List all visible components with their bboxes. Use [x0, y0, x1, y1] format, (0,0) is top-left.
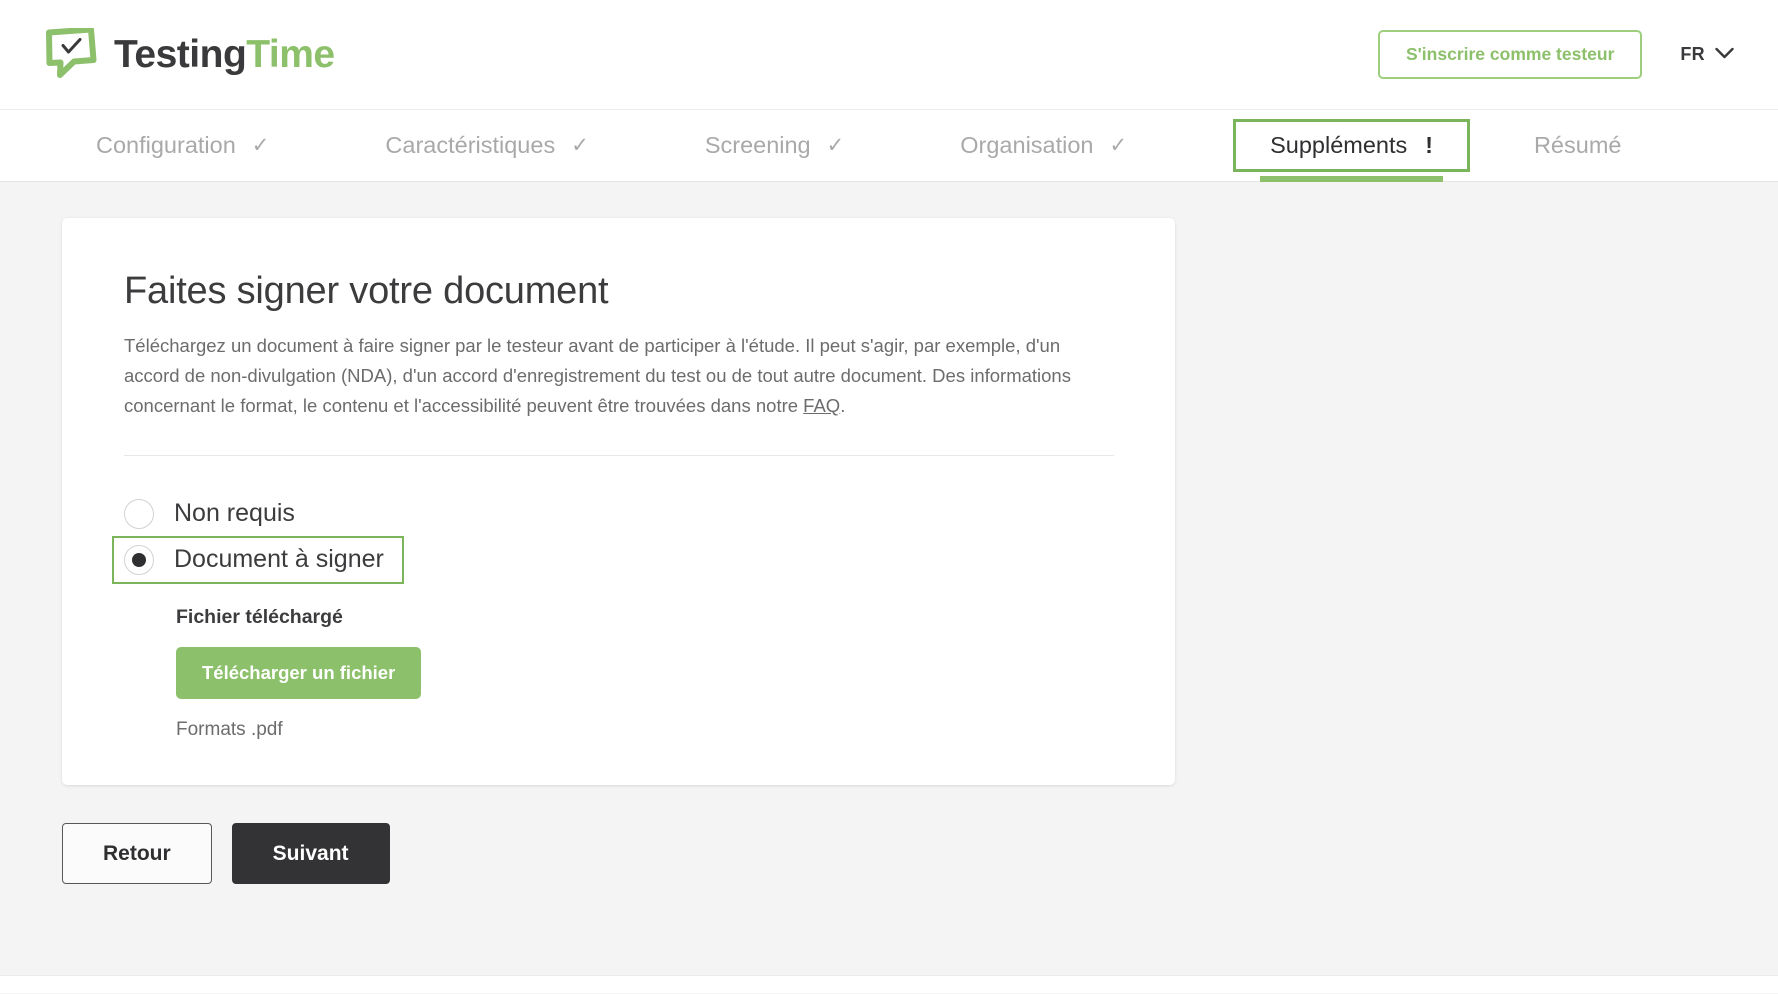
brand-logo-link[interactable]: TestingTime: [46, 27, 335, 82]
tab-resume[interactable]: Résumé: [1534, 122, 1622, 169]
description-text: Téléchargez un document à faire signer p…: [124, 335, 1071, 416]
brand-name-first: Testing: [114, 33, 247, 76]
check-icon: ✓: [1109, 134, 1128, 157]
tab-label: Caractéristiques: [385, 132, 556, 158]
tab-label: Screening: [704, 132, 811, 158]
tab-organisation[interactable]: Organisation ✓: [960, 122, 1127, 169]
file-upload-block: Fichier téléchargé Télécharger un fichie…: [176, 606, 1113, 742]
tab-supplements[interactable]: Suppléments !: [1233, 119, 1470, 185]
check-icon: ✓: [571, 134, 589, 157]
header-actions: S'inscrire comme testeur FR: [1377, 29, 1738, 80]
page-bottom-strip: [0, 975, 1778, 993]
tab-caracteristiques[interactable]: Caractéristiques ✓: [385, 122, 588, 169]
uploaded-file-label: Fichier téléchargé: [176, 605, 343, 628]
page-body: Faites signer votre document Téléchargez…: [0, 182, 1778, 993]
signature-options-group: Non requis Document à signer: [112, 492, 1113, 584]
tester-signup-button[interactable]: S'inscrire comme testeur: [1377, 29, 1643, 80]
next-button[interactable]: Suivant: [231, 823, 390, 885]
brand-name-second: Time: [246, 33, 335, 76]
upload-file-button[interactable]: Télécharger un fichier: [176, 646, 422, 700]
brand-wordmark: TestingTime: [114, 35, 335, 74]
section-divider: [124, 454, 1114, 456]
accepted-formats-hint: Formats .pdf: [176, 719, 283, 741]
site-header: TestingTime S'inscrire comme testeur FR: [0, 0, 1778, 110]
description-text-end: .: [840, 394, 846, 416]
chevron-down-icon: [1715, 46, 1734, 64]
language-code: FR: [1680, 44, 1705, 64]
tab-label: Organisation: [960, 132, 1094, 158]
tab-label: Configuration: [96, 132, 236, 158]
wizard-actions: Retour Suivant: [62, 823, 1778, 885]
supplements-card: Faites signer votre document Téléchargez…: [62, 218, 1175, 786]
check-icon: ✓: [251, 134, 270, 157]
radio-icon-unchecked[interactable]: [124, 498, 154, 529]
language-selector[interactable]: FR: [1676, 38, 1738, 71]
option-document-a-signer[interactable]: Document à signer: [112, 535, 404, 584]
wizard-step-nav: Configuration ✓ Caractéristiques ✓ Scree…: [0, 110, 1778, 185]
exclamation-icon: !: [1425, 132, 1433, 158]
tab-configuration[interactable]: Configuration ✓: [96, 122, 269, 169]
page-title: Faites signer votre document: [124, 270, 609, 312]
radio-icon-checked[interactable]: [124, 544, 154, 575]
page-description: Téléchargez un document à faire signer p…: [124, 331, 1113, 421]
check-icon: ✓: [826, 134, 845, 157]
option-label: Document à signer: [174, 545, 384, 574]
speech-bubble-check-icon: [46, 27, 98, 82]
option-label: Non requis: [174, 499, 295, 528]
back-button[interactable]: Retour: [62, 823, 212, 885]
tab-screening[interactable]: Screening ✓: [705, 122, 844, 169]
tab-label: Suppléments: [1270, 132, 1408, 158]
faq-link[interactable]: FAQ: [803, 395, 840, 416]
tab-label: Résumé: [1533, 132, 1622, 158]
option-non-requis[interactable]: Non requis: [124, 492, 1113, 536]
